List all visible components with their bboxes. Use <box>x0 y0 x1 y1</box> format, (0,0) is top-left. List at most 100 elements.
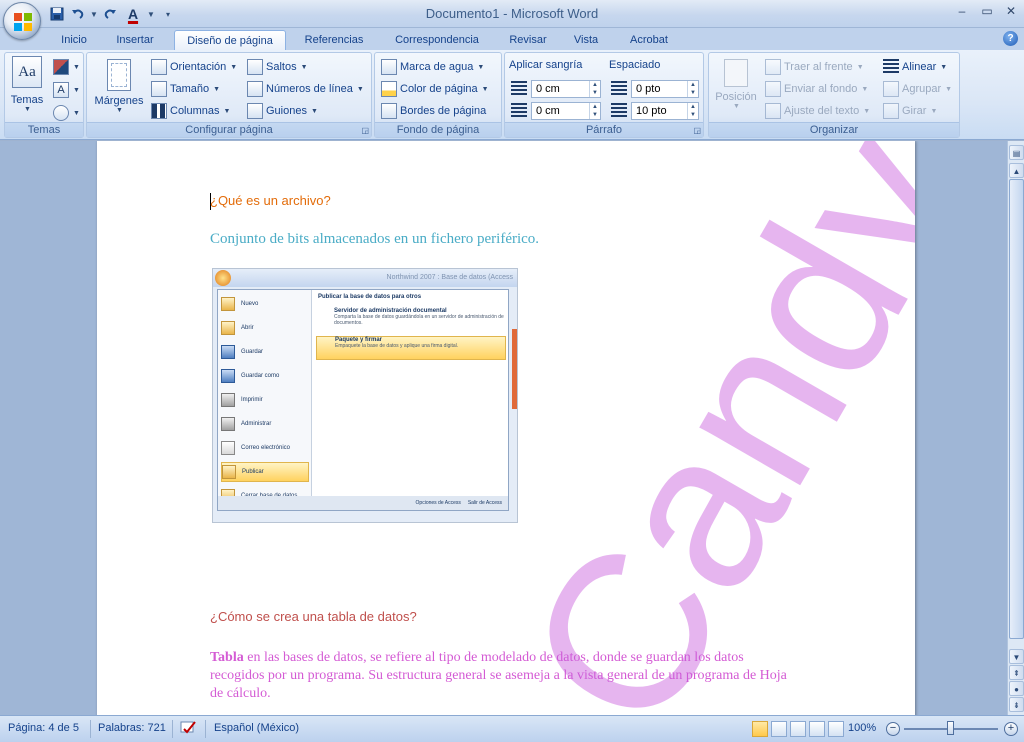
page-count[interactable]: Página: 4 de 5 <box>8 722 79 734</box>
spacing-after-icon <box>611 101 627 121</box>
page-color-button[interactable]: Color de página ▼ <box>381 79 489 99</box>
embedded-exit-button: Salir de Access <box>467 500 502 506</box>
tab-vista[interactable]: Vista <box>566 30 606 50</box>
scroll-up-icon[interactable]: ▲ <box>1009 163 1024 178</box>
embedded-menu-item: Abrir <box>221 318 309 338</box>
heading-que-es-un-archivo[interactable]: ¿Qué es un archivo? <box>210 193 331 208</box>
theme-effects-button[interactable]: ▼ <box>53 103 80 123</box>
group-objects-label: Agrupar <box>902 83 942 95</box>
draft-view-icon[interactable] <box>828 721 844 737</box>
columns-icon <box>151 103 167 119</box>
language[interactable]: Español (México) <box>214 722 299 734</box>
spacing-before-spinner-icon[interactable]: ▲ ▼ <box>687 81 698 97</box>
embedded-title-bar: Northwind 2007 : Base de datos (Access <box>213 269 517 287</box>
indent-right-spinner-icon[interactable]: ▲ ▼ <box>589 103 600 119</box>
watermark-label: Marca de agua <box>400 61 474 73</box>
margins-button[interactable]: Márgenes ▼ <box>91 59 147 114</box>
line-numbers-icon <box>247 81 263 97</box>
align-button[interactable]: Alinear ▼ <box>883 57 947 77</box>
embedded-office-menu: Nuevo Abrir Guardar Guardar como Imprimi… <box>217 289 509 511</box>
position-button[interactable]: Posición ▼ <box>713 59 759 110</box>
tab-insertar[interactable]: Insertar <box>104 30 166 50</box>
full-screen-reading-view-icon[interactable] <box>771 721 787 737</box>
bring-front-button[interactable]: Traer al frente ▼ <box>765 57 864 77</box>
group-label-parrafo: Párrafo <box>505 122 703 137</box>
theme-fonts-button[interactable]: A ▼ <box>53 80 80 100</box>
heading-como-se-crea-tabla[interactable]: ¿Cómo se crea una tabla de datos? <box>210 609 417 624</box>
previous-page-icon[interactable]: ⇞ <box>1009 665 1024 680</box>
scroll-down-icon[interactable]: ▼ <box>1009 649 1024 664</box>
themes-button[interactable]: Aa Temas ▼ <box>9 56 45 113</box>
zoom-out-icon[interactable]: − <box>886 722 900 736</box>
embedded-bottom-bar: Opciones de Access Salir de Access <box>218 496 508 510</box>
outline-view-icon[interactable] <box>809 721 825 737</box>
office-button[interactable] <box>3 2 41 40</box>
hyphenation-icon <box>247 103 263 119</box>
help-icon[interactable]: ? <box>1003 31 1018 46</box>
zoom-level[interactable]: 100% <box>848 722 876 734</box>
print-layout-view-icon[interactable] <box>752 721 768 737</box>
page-setup-launcher-icon[interactable]: ◲ <box>361 126 369 135</box>
tab-inicio[interactable]: Inicio <box>52 30 96 50</box>
group-objects-button[interactable]: Agrupar ▼ <box>883 79 952 99</box>
group-fondo-de-pagina: Marca de agua ▼ Color de página ▼ Bordes d… <box>374 52 502 138</box>
close-button[interactable]: ✕ <box>1000 4 1022 22</box>
themes-dropdown-icon: ▼ <box>24 106 31 113</box>
tab-acrobat[interactable]: Acrobat <box>620 30 678 50</box>
embedded-left-menu: Nuevo Abrir Guardar Guardar como Imprimi… <box>218 290 312 510</box>
paragraph-launcher-icon[interactable]: ◲ <box>693 126 701 135</box>
tab-referencias[interactable]: Referencias <box>296 30 372 50</box>
status-separator <box>172 720 173 738</box>
tab-correspondencia[interactable]: Correspondencia <box>384 30 490 50</box>
document-area[interactable]: ¿Qué es un archivo? Conjunto de bits alm… <box>0 141 1007 715</box>
vertical-scrollbar[interactable]: ▤ ▲ ▼ ⇞ ● ⇟ <box>1007 141 1024 715</box>
answer-archivo[interactable]: Conjunto de bits almacenados en un fiche… <box>210 231 539 248</box>
status-separator <box>205 720 206 738</box>
embedded-background-strip <box>512 329 517 409</box>
embedded-access-screenshot[interactable]: Northwind 2007 : Base de datos (Access N… <box>212 268 518 523</box>
tab-diseno-de-pagina[interactable]: Diseño de página <box>174 30 286 50</box>
zoom-in-icon[interactable]: + <box>1004 722 1018 736</box>
maximize-button[interactable]: ▭ <box>976 4 998 22</box>
browse-object-icon[interactable]: ● <box>1009 681 1024 696</box>
proofing-icon[interactable] <box>180 720 198 739</box>
ruler-toggle-icon[interactable]: ▤ <box>1009 145 1024 160</box>
indent-right-input[interactable]: 0 cm ▲ ▼ <box>531 102 601 120</box>
paragraph-tabla[interactable]: Tabla en las bases de datos, se refiere … <box>210 649 800 703</box>
paragraph-tabla-text: en las bases de datos, se refiere al tip… <box>210 650 787 701</box>
tab-revisar[interactable]: Revisar <box>500 30 556 50</box>
open-icon <box>221 321 235 335</box>
minimize-button[interactable]: – <box>951 4 973 22</box>
embedded-options-button: Opciones de Access <box>415 500 461 506</box>
page-color-label: Color de página <box>400 83 478 95</box>
margins-icon <box>107 59 131 91</box>
breaks-button[interactable]: Saltos ▼ <box>247 57 308 77</box>
theme-colors-button[interactable]: ▼ <box>53 57 80 77</box>
text-wrap-button[interactable]: Ajuste del texto ▼ <box>765 101 870 121</box>
spacing-after-input[interactable]: 10 pto ▲ ▼ <box>631 102 699 120</box>
indent-left-spinner-icon[interactable]: ▲ ▼ <box>589 81 600 97</box>
page-size-icon <box>151 81 167 97</box>
spacing-after-spinner-icon[interactable]: ▲ ▼ <box>687 103 698 119</box>
rotate-button[interactable]: Girar ▼ <box>883 101 937 121</box>
window-title: Documento1 - Microsoft Word <box>425 6 599 21</box>
document-page[interactable]: ¿Qué es un archivo? Conjunto de bits alm… <box>97 141 915 715</box>
web-layout-view-icon[interactable] <box>790 721 806 737</box>
next-page-icon[interactable]: ⇟ <box>1009 697 1024 712</box>
spacing-before-input[interactable]: 0 pto ▲ ▼ <box>631 80 699 98</box>
hyphenation-button[interactable]: Guiones ▼ <box>247 101 318 121</box>
word-count[interactable]: Palabras: 721 <box>98 722 166 734</box>
margins-dropdown-icon: ▼ <box>116 107 123 114</box>
orientation-button[interactable]: Orientación ▼ <box>151 57 237 77</box>
columns-button[interactable]: Columnas ▼ <box>151 101 230 121</box>
watermark-button[interactable]: Marca de agua ▼ <box>381 57 484 77</box>
embedded-menu-item: Nuevo <box>221 294 309 314</box>
indent-left-input[interactable]: 0 cm ▲ ▼ <box>531 80 601 98</box>
page-borders-button[interactable]: Bordes de página <box>381 101 486 121</box>
scroll-thumb[interactable] <box>1009 179 1024 639</box>
send-back-button[interactable]: Enviar al fondo ▼ <box>765 79 868 99</box>
line-numbers-button[interactable]: Números de línea ▼ <box>247 79 364 99</box>
zoom-slider-thumb[interactable] <box>947 721 954 735</box>
size-button[interactable]: Tamaño ▼ <box>151 79 220 99</box>
spacing-before-icon <box>611 79 627 99</box>
